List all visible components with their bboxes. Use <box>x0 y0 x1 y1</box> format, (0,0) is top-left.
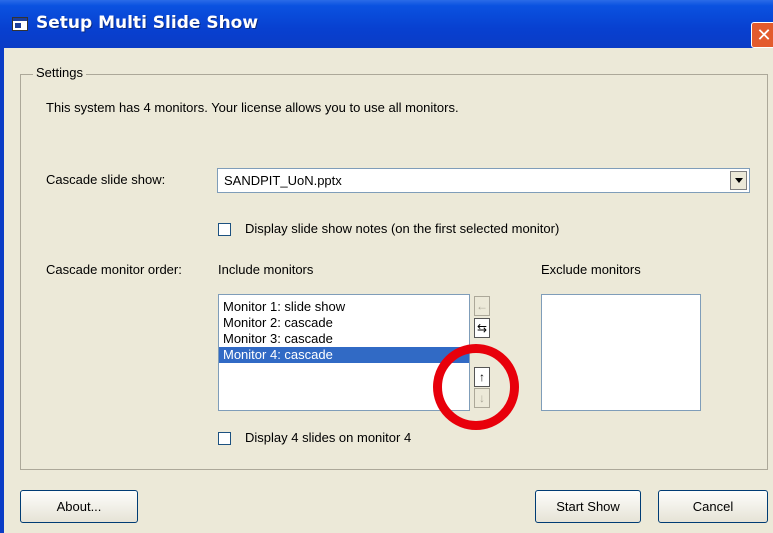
cascade-slide-show-value: SANDPIT_UoN.pptx <box>224 173 342 188</box>
list-item[interactable]: Monitor 2: cascade <box>219 315 469 331</box>
about-button[interactable]: About... <box>20 490 138 523</box>
close-button[interactable]: ✕ <box>751 22 773 48</box>
app-window-icon <box>12 17 28 31</box>
list-item[interactable]: Monitor 4: cascade <box>219 347 469 363</box>
exclude-monitors-list[interactable] <box>541 294 701 411</box>
include-monitors-list[interactable]: Monitor 1: slide show Monitor 2: cascade… <box>218 294 470 411</box>
notes-checkbox[interactable] <box>218 223 231 236</box>
title-bar: Setup Multi Slide Show ✕ <box>0 0 773 48</box>
chevron-down-icon[interactable] <box>730 171 747 190</box>
display-slides-checkbox[interactable] <box>218 432 231 445</box>
window-title: Setup Multi Slide Show <box>36 13 259 33</box>
list-item[interactable]: Monitor 3: cascade <box>219 331 469 347</box>
move-up-button[interactable]: ↑ <box>474 367 490 387</box>
arrow-down-icon: ↓ <box>479 391 485 405</box>
arrow-up-icon: ↑ <box>479 370 485 384</box>
display-slides-label: Display 4 slides on monitor 4 <box>245 430 412 445</box>
move-to-exclude-button[interactable]: ← <box>474 296 490 316</box>
exclude-monitors-label: Exclude monitors <box>541 262 641 277</box>
cancel-button[interactable]: Cancel <box>658 490 768 523</box>
cascade-slide-show-label: Cascade slide show: <box>46 172 166 187</box>
swap-button[interactable]: ⇆ <box>474 318 490 338</box>
cascade-slide-show-dropdown[interactable]: SANDPIT_UoN.pptx <box>217 168 750 193</box>
move-down-button[interactable]: ↓ <box>474 388 490 408</box>
license-info-text: This system has 4 monitors. Your license… <box>46 100 459 115</box>
notes-checkbox-label: Display slide show notes (on the first s… <box>245 221 560 236</box>
start-show-button[interactable]: Start Show <box>535 490 641 523</box>
settings-group-label: Settings <box>33 65 86 80</box>
list-item[interactable]: Monitor 1: slide show <box>219 299 469 315</box>
arrow-left-icon: ← <box>476 299 488 313</box>
swap-icon: ⇆ <box>476 321 488 335</box>
include-monitors-label: Include monitors <box>218 262 314 277</box>
window-border <box>0 48 4 533</box>
close-icon: ✕ <box>756 25 772 45</box>
cascade-monitor-order-label: Cascade monitor order: <box>46 262 182 277</box>
